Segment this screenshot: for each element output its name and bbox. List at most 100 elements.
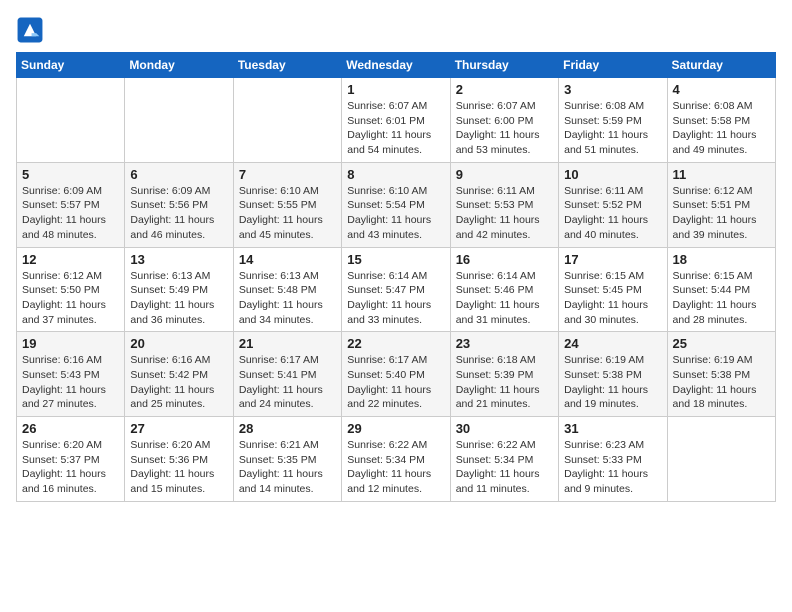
day-number: 2 [456,82,553,97]
day-number: 28 [239,421,336,436]
calendar-cell: 21 Sunrise: 6:17 AM Sunset: 5:41 PM Dayli… [233,332,341,417]
day-info: Sunrise: 6:12 AM Sunset: 5:50 PM Dayligh… [22,269,119,328]
day-info: Sunrise: 6:17 AM Sunset: 5:40 PM Dayligh… [347,353,444,412]
day-number: 29 [347,421,444,436]
day-number: 1 [347,82,444,97]
calendar-cell: 17Sunrise: 6:15 AM Sunset: 5:45 PM Dayli… [559,247,667,332]
day-info: Sunrise: 6:23 AM Sunset: 5:33 PM Dayligh… [564,438,661,497]
calendar-week-row: 1 Sunrise: 6:07 AM Sunset: 6:01 PM Daylig… [17,78,776,163]
calendar-cell: 3Sunrise: 6:08 AM Sunset: 5:59 PM Daylig… [559,78,667,163]
day-number: 18 [673,252,770,267]
calendar-cell: 1 Sunrise: 6:07 AM Sunset: 6:01 PM Daylig… [342,78,450,163]
day-info: Sunrise: 6:13 AM Sunset: 5:49 PM Dayligh… [130,269,227,328]
day-number: 9 [456,167,553,182]
day-info: Sunrise: 6:08 AM Sunset: 5:58 PM Dayligh… [673,99,770,158]
calendar-week-row: 5 Sunrise: 6:09 AM Sunset: 5:57 PM Daylig… [17,162,776,247]
calendar-cell: 2Sunrise: 6:07 AM Sunset: 6:00 PM Daylig… [450,78,558,163]
day-number: 14 [239,252,336,267]
day-info: Sunrise: 6:22 AM Sunset: 5:34 PM Dayligh… [456,438,553,497]
day-number: 23 [456,336,553,351]
calendar-cell: 12 Sunrise: 6:12 AM Sunset: 5:50 PM Dayli… [17,247,125,332]
calendar-cell: 30Sunrise: 6:22 AM Sunset: 5:34 PM Dayli… [450,417,558,502]
calendar-cell [17,78,125,163]
day-info: Sunrise: 6:09 AM Sunset: 5:57 PM Dayligh… [22,184,119,243]
calendar-table: SundayMondayTuesdayWednesdayThursdayFrid… [16,52,776,502]
day-info: Sunrise: 6:09 AM Sunset: 5:56 PM Dayligh… [130,184,227,243]
day-number: 19 [22,336,119,351]
calendar-cell: 15 Sunrise: 6:14 AM Sunset: 5:47 PM Dayli… [342,247,450,332]
day-info: Sunrise: 6:21 AM Sunset: 5:35 PM Dayligh… [239,438,336,497]
day-number: 5 [22,167,119,182]
calendar-cell: 11Sunrise: 6:12 AM Sunset: 5:51 PM Dayli… [667,162,775,247]
day-info: Sunrise: 6:08 AM Sunset: 5:59 PM Dayligh… [564,99,661,158]
day-info: Sunrise: 6:10 AM Sunset: 5:54 PM Dayligh… [347,184,444,243]
calendar-week-row: 26Sunrise: 6:20 AM Sunset: 5:37 PM Dayli… [17,417,776,502]
day-number: 27 [130,421,227,436]
day-info: Sunrise: 6:10 AM Sunset: 5:55 PM Dayligh… [239,184,336,243]
calendar-cell: 7 Sunrise: 6:10 AM Sunset: 5:55 PM Daylig… [233,162,341,247]
day-number: 6 [130,167,227,182]
day-info: Sunrise: 6:18 AM Sunset: 5:39 PM Dayligh… [456,353,553,412]
day-number: 22 [347,336,444,351]
day-number: 13 [130,252,227,267]
day-number: 31 [564,421,661,436]
calendar-cell: 27 Sunrise: 6:20 AM Sunset: 5:36 PM Dayli… [125,417,233,502]
day-info: Sunrise: 6:20 AM Sunset: 5:36 PM Dayligh… [130,438,227,497]
calendar-cell: 13 Sunrise: 6:13 AM Sunset: 5:49 PM Dayli… [125,247,233,332]
day-info: Sunrise: 6:22 AM Sunset: 5:34 PM Dayligh… [347,438,444,497]
day-number: 16 [456,252,553,267]
calendar-cell: 26Sunrise: 6:20 AM Sunset: 5:37 PM Dayli… [17,417,125,502]
calendar-cell: 23 Sunrise: 6:18 AM Sunset: 5:39 PM Dayli… [450,332,558,417]
day-of-week-header: Thursday [450,53,558,78]
day-info: Sunrise: 6:16 AM Sunset: 5:43 PM Dayligh… [22,353,119,412]
calendar-week-row: 12 Sunrise: 6:12 AM Sunset: 5:50 PM Dayli… [17,247,776,332]
day-of-week-header: Saturday [667,53,775,78]
day-info: Sunrise: 6:11 AM Sunset: 5:52 PM Dayligh… [564,184,661,243]
day-number: 4 [673,82,770,97]
day-info: Sunrise: 6:11 AM Sunset: 5:53 PM Dayligh… [456,184,553,243]
calendar-cell: 8 Sunrise: 6:10 AM Sunset: 5:54 PM Daylig… [342,162,450,247]
day-of-week-header: Monday [125,53,233,78]
calendar-cell: 10 Sunrise: 6:11 AM Sunset: 5:52 PM Dayli… [559,162,667,247]
day-number: 21 [239,336,336,351]
calendar-cell: 9 Sunrise: 6:11 AM Sunset: 5:53 PM Daylig… [450,162,558,247]
day-number: 11 [673,167,770,182]
day-number: 25 [673,336,770,351]
day-info: Sunrise: 6:17 AM Sunset: 5:41 PM Dayligh… [239,353,336,412]
calendar-cell: 22 Sunrise: 6:17 AM Sunset: 5:40 PM Dayli… [342,332,450,417]
day-info: Sunrise: 6:20 AM Sunset: 5:37 PM Dayligh… [22,438,119,497]
logo-icon [16,16,44,44]
day-of-week-header: Wednesday [342,53,450,78]
day-of-week-header: Sunday [17,53,125,78]
calendar-cell: 19 Sunrise: 6:16 AM Sunset: 5:43 PM Dayli… [17,332,125,417]
logo [16,16,48,44]
day-info: Sunrise: 6:14 AM Sunset: 5:46 PM Dayligh… [456,269,553,328]
calendar-cell: 28 Sunrise: 6:21 AM Sunset: 5:35 PM Dayli… [233,417,341,502]
calendar-header-row: SundayMondayTuesdayWednesdayThursdayFrid… [17,53,776,78]
calendar-cell: 31 Sunrise: 6:23 AM Sunset: 5:33 PM Dayli… [559,417,667,502]
day-number: 10 [564,167,661,182]
calendar-cell: 29 Sunrise: 6:22 AM Sunset: 5:34 PM Dayli… [342,417,450,502]
calendar-cell: 4 Sunrise: 6:08 AM Sunset: 5:58 PM Daylig… [667,78,775,163]
day-number: 12 [22,252,119,267]
day-number: 24 [564,336,661,351]
day-number: 7 [239,167,336,182]
day-number: 8 [347,167,444,182]
calendar-week-row: 19 Sunrise: 6:16 AM Sunset: 5:43 PM Dayli… [17,332,776,417]
calendar-cell: 16 Sunrise: 6:14 AM Sunset: 5:46 PM Dayli… [450,247,558,332]
calendar-cell [125,78,233,163]
day-number: 20 [130,336,227,351]
day-info: Sunrise: 6:07 AM Sunset: 6:01 PM Dayligh… [347,99,444,158]
day-number: 15 [347,252,444,267]
calendar-cell: 14Sunrise: 6:13 AM Sunset: 5:48 PM Dayli… [233,247,341,332]
day-of-week-header: Friday [559,53,667,78]
day-info: Sunrise: 6:14 AM Sunset: 5:47 PM Dayligh… [347,269,444,328]
calendar-cell: 6 Sunrise: 6:09 AM Sunset: 5:56 PM Daylig… [125,162,233,247]
day-info: Sunrise: 6:19 AM Sunset: 5:38 PM Dayligh… [564,353,661,412]
calendar-cell: 5 Sunrise: 6:09 AM Sunset: 5:57 PM Daylig… [17,162,125,247]
calendar-cell: 18 Sunrise: 6:15 AM Sunset: 5:44 PM Dayli… [667,247,775,332]
calendar-cell: 20Sunrise: 6:16 AM Sunset: 5:42 PM Dayli… [125,332,233,417]
day-info: Sunrise: 6:15 AM Sunset: 5:44 PM Dayligh… [673,269,770,328]
page-header [16,16,776,44]
calendar-cell [233,78,341,163]
